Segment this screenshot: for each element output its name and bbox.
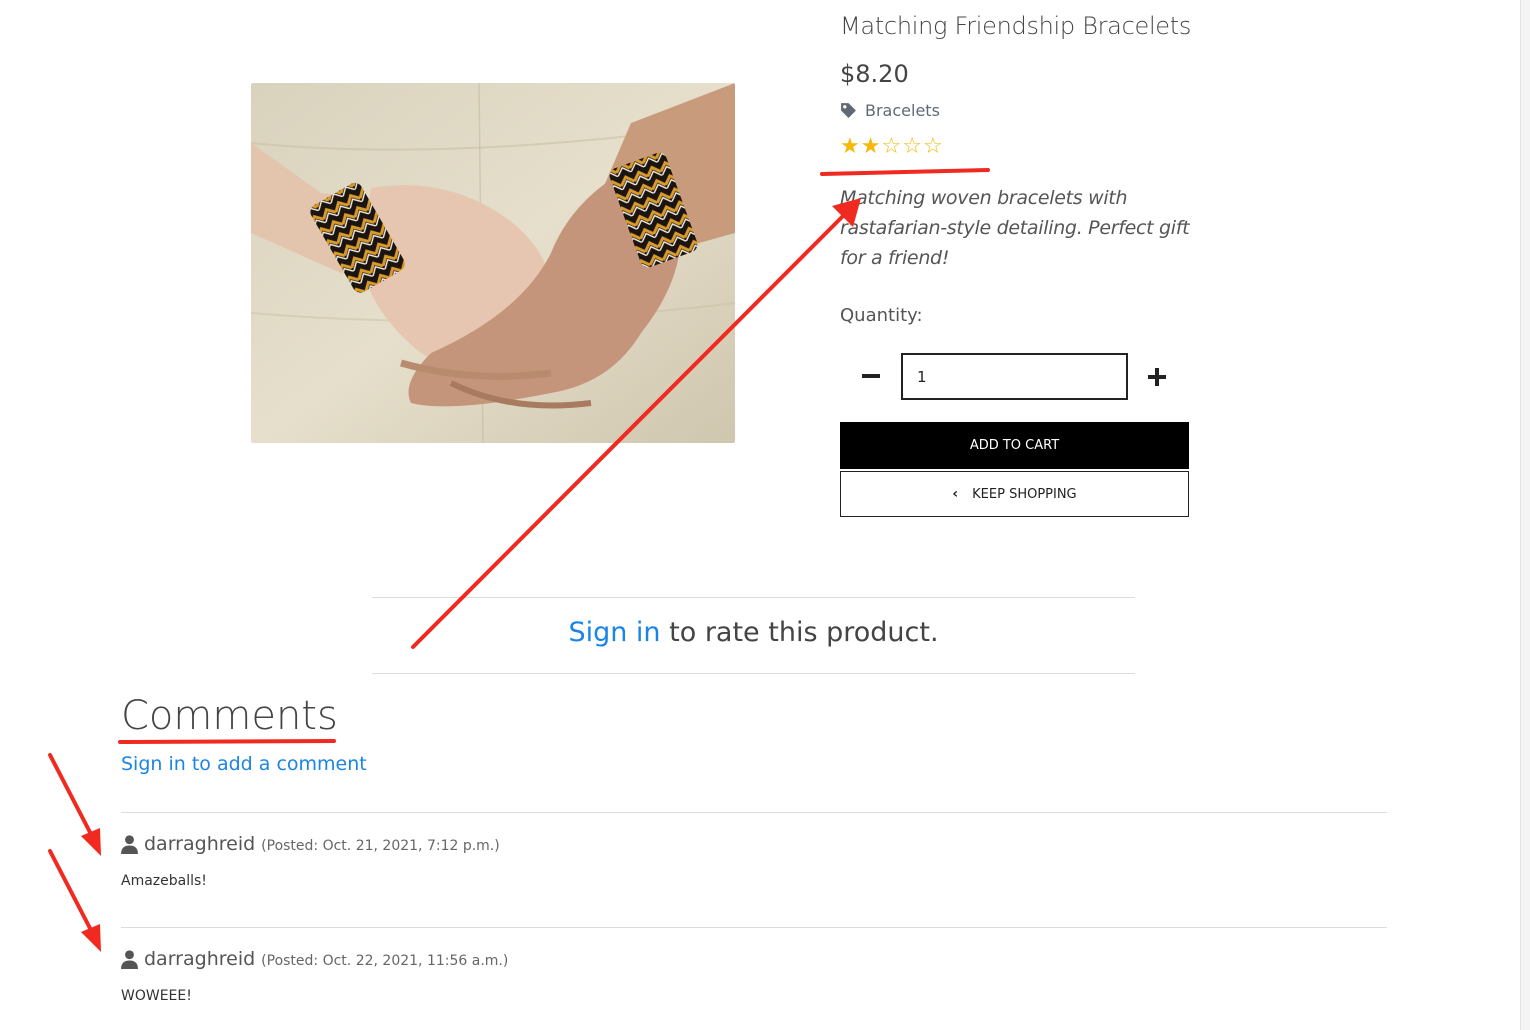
product-description: Matching woven bracelets with rastafaria… <box>840 187 1190 269</box>
tag-icon <box>841 103 856 118</box>
arrow-annotation <box>48 753 96 842</box>
divider <box>372 673 1135 674</box>
keep-shopping-button[interactable]: ‹ KEEP SHOPPING <box>840 471 1189 517</box>
comment-timestamp: (Posted: Oct. 21, 2021, 7:12 p.m.) <box>261 838 500 854</box>
star-filled-icon: ★ <box>860 134 881 159</box>
comment-author: darraghreid <box>144 833 256 855</box>
scrollbar[interactable] <box>1520 0 1530 1030</box>
star-empty-icon: ☆ <box>922 134 943 159</box>
divider <box>121 812 1387 813</box>
product-photo <box>251 83 735 443</box>
rate-prompt-text: to rate this product. <box>660 617 939 648</box>
product-price: $8.20 <box>840 60 909 88</box>
annotation-overlay <box>48 168 990 952</box>
arrowhead-icon <box>81 828 101 856</box>
star-empty-icon: ☆ <box>881 134 902 159</box>
product-title: Matching Friendship Bracelets <box>840 12 1192 40</box>
underline-annotation <box>820 168 990 176</box>
product-rating: ★ ★ ☆ ☆ ☆ <box>840 135 943 159</box>
comment-body: WOWEEE! <box>121 988 192 1004</box>
underline-annotation <box>118 739 336 744</box>
comments-heading: Comments <box>121 693 338 739</box>
arrowhead-icon <box>81 924 101 952</box>
sign-in-to-comment-link[interactable]: Sign in to add a comment <box>121 753 367 775</box>
chevron-left-icon: ‹ <box>952 486 959 502</box>
divider <box>372 597 1135 598</box>
add-to-cart-button[interactable]: ADD TO CART <box>840 422 1189 469</box>
comment-header: darraghreid (Posted: Oct. 22, 2021, 11:5… <box>121 948 508 970</box>
comment-header: darraghreid (Posted: Oct. 21, 2021, 7:12… <box>121 833 500 855</box>
rate-prompt: Sign in to rate this product. <box>372 617 1135 648</box>
star-filled-icon: ★ <box>840 134 860 159</box>
increment-quantity-button[interactable] <box>1144 363 1170 391</box>
comment-timestamp: (Posted: Oct. 22, 2021, 11:56 a.m.) <box>261 953 509 969</box>
sign-in-to-rate-link[interactable]: Sign in <box>568 617 660 648</box>
comment-body: Amazeballs! <box>121 873 207 889</box>
category-label[interactable]: Bracelets <box>865 101 940 120</box>
user-icon <box>121 834 138 854</box>
product-image <box>251 83 735 443</box>
minus-icon <box>862 374 880 378</box>
comment-author: darraghreid <box>144 948 256 970</box>
quantity-label: Quantity: <box>840 305 923 326</box>
quantity-input[interactable] <box>901 353 1128 400</box>
product-category[interactable]: Bracelets <box>840 101 940 120</box>
decrement-quantity-button[interactable] <box>858 362 884 390</box>
divider <box>121 927 1387 928</box>
star-empty-icon: ☆ <box>902 134 922 159</box>
keep-shopping-label: KEEP SHOPPING <box>972 486 1077 502</box>
user-icon <box>121 949 138 969</box>
arrow-annotation <box>48 849 96 938</box>
